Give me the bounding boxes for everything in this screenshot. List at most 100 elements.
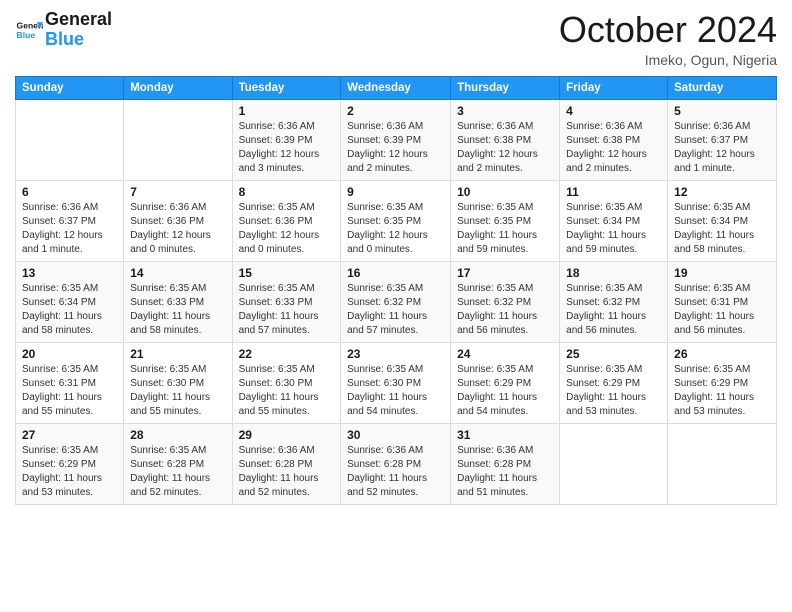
day-number: 24 <box>457 347 553 361</box>
logo-icon: General Blue <box>15 16 43 44</box>
calendar-cell <box>668 423 777 504</box>
day-info: Sunrise: 6:36 AM Sunset: 6:37 PM Dayligh… <box>674 120 770 176</box>
day-info: Sunrise: 6:36 AM Sunset: 6:28 PM Dayligh… <box>347 444 444 500</box>
calendar-cell: 28 Sunrise: 6:35 AM Sunset: 6:28 PM Dayli… <box>124 423 232 504</box>
calendar-cell: 16 Sunrise: 6:35 AM Sunset: 6:32 PM Dayli… <box>341 261 451 342</box>
day-info: Sunrise: 6:35 AM Sunset: 6:31 PM Dayligh… <box>22 363 117 419</box>
day-info: Sunrise: 6:35 AM Sunset: 6:32 PM Dayligh… <box>347 282 444 338</box>
day-number: 27 <box>22 428 117 442</box>
day-number: 23 <box>347 347 444 361</box>
calendar-cell: 20 Sunrise: 6:35 AM Sunset: 6:31 PM Dayli… <box>16 342 124 423</box>
calendar-cell: 19Sunrise: 6:35 AM Sunset: 6:31 PM Dayli… <box>668 261 777 342</box>
day-number: 12 <box>674 185 770 199</box>
day-number: 21 <box>130 347 225 361</box>
calendar-cell: 4Sunrise: 6:36 AM Sunset: 6:38 PM Daylig… <box>560 99 668 180</box>
calendar-cell: 11 Sunrise: 6:35 AM Sunset: 6:34 PM Dayli… <box>560 180 668 261</box>
day-number: 22 <box>239 347 335 361</box>
day-info: Sunrise: 6:35 AM Sunset: 6:35 PM Dayligh… <box>347 201 444 257</box>
day-info: Sunrise: 6:35 AM Sunset: 6:34 PM Dayligh… <box>566 201 661 257</box>
calendar-cell: 2 Sunrise: 6:36 AM Sunset: 6:39 PM Daylig… <box>341 99 451 180</box>
day-info: Sunrise: 6:36 AM Sunset: 6:39 PM Dayligh… <box>347 120 444 176</box>
calendar-cell: 26 Sunrise: 6:35 AM Sunset: 6:29 PM Dayli… <box>668 342 777 423</box>
month-title: October 2024 <box>559 10 777 50</box>
calendar-cell: 30 Sunrise: 6:36 AM Sunset: 6:28 PM Dayli… <box>341 423 451 504</box>
calendar-cell <box>124 99 232 180</box>
day-number: 19 <box>674 266 770 280</box>
location: Imeko, Ogun, Nigeria <box>559 52 777 68</box>
day-info: Sunrise: 6:36 AM Sunset: 6:38 PM Dayligh… <box>457 120 553 176</box>
calendar-cell: 13 Sunrise: 6:35 AM Sunset: 6:34 PM Dayli… <box>16 261 124 342</box>
day-number: 16 <box>347 266 444 280</box>
day-number: 6 <box>22 185 117 199</box>
day-number: 14 <box>130 266 225 280</box>
day-number: 4 <box>566 104 661 118</box>
header: General Blue GeneralBlue October 2024 Im… <box>15 10 777 68</box>
calendar-table: SundayMondayTuesdayWednesdayThursdayFrid… <box>15 76 777 505</box>
day-info: Sunrise: 6:35 AM Sunset: 6:34 PM Dayligh… <box>674 201 770 257</box>
day-info: Sunrise: 6:36 AM Sunset: 6:39 PM Dayligh… <box>239 120 335 176</box>
logo: General Blue GeneralBlue <box>15 10 112 50</box>
day-number: 17 <box>457 266 553 280</box>
calendar-cell: 12 Sunrise: 6:35 AM Sunset: 6:34 PM Dayli… <box>668 180 777 261</box>
day-info: Sunrise: 6:35 AM Sunset: 6:36 PM Dayligh… <box>239 201 335 257</box>
day-info: Sunrise: 6:35 AM Sunset: 6:28 PM Dayligh… <box>130 444 225 500</box>
calendar-cell: 9 Sunrise: 6:35 AM Sunset: 6:35 PM Daylig… <box>341 180 451 261</box>
day-info: Sunrise: 6:35 AM Sunset: 6:30 PM Dayligh… <box>239 363 335 419</box>
day-number: 10 <box>457 185 553 199</box>
calendar-cell: 5 Sunrise: 6:36 AM Sunset: 6:37 PM Daylig… <box>668 99 777 180</box>
day-number: 26 <box>674 347 770 361</box>
calendar-cell: 23 Sunrise: 6:35 AM Sunset: 6:30 PM Dayli… <box>341 342 451 423</box>
calendar-cell: 29Sunrise: 6:36 AM Sunset: 6:28 PM Dayli… <box>232 423 341 504</box>
day-number: 5 <box>674 104 770 118</box>
calendar-cell: 7Sunrise: 6:36 AM Sunset: 6:36 PM Daylig… <box>124 180 232 261</box>
day-number: 2 <box>347 104 444 118</box>
calendar-cell: 31 Sunrise: 6:36 AM Sunset: 6:28 PM Dayli… <box>451 423 560 504</box>
calendar-cell: 1Sunrise: 6:36 AM Sunset: 6:39 PM Daylig… <box>232 99 341 180</box>
day-number: 18 <box>566 266 661 280</box>
calendar-cell: 10 Sunrise: 6:35 AM Sunset: 6:35 PM Dayli… <box>451 180 560 261</box>
day-number: 9 <box>347 185 444 199</box>
calendar-cell: 3 Sunrise: 6:36 AM Sunset: 6:38 PM Daylig… <box>451 99 560 180</box>
day-info: Sunrise: 6:35 AM Sunset: 6:35 PM Dayligh… <box>457 201 553 257</box>
weekday-header-thursday: Thursday <box>451 76 560 99</box>
day-number: 8 <box>239 185 335 199</box>
day-info: Sunrise: 6:35 AM Sunset: 6:30 PM Dayligh… <box>347 363 444 419</box>
day-number: 3 <box>457 104 553 118</box>
page: General Blue GeneralBlue October 2024 Im… <box>0 0 792 612</box>
logo-text: GeneralBlue <box>45 10 112 50</box>
title-block: October 2024 Imeko, Ogun, Nigeria <box>559 10 777 68</box>
day-info: Sunrise: 6:35 AM Sunset: 6:33 PM Dayligh… <box>239 282 335 338</box>
day-info: Sunrise: 6:35 AM Sunset: 6:29 PM Dayligh… <box>22 444 117 500</box>
day-number: 25 <box>566 347 661 361</box>
calendar-cell <box>16 99 124 180</box>
calendar-cell: 6 Sunrise: 6:36 AM Sunset: 6:37 PM Daylig… <box>16 180 124 261</box>
day-number: 11 <box>566 185 661 199</box>
calendar-cell: 17 Sunrise: 6:35 AM Sunset: 6:32 PM Dayli… <box>451 261 560 342</box>
svg-text:Blue: Blue <box>17 30 36 40</box>
calendar-cell: 25Sunrise: 6:35 AM Sunset: 6:29 PM Dayli… <box>560 342 668 423</box>
day-number: 31 <box>457 428 553 442</box>
day-info: Sunrise: 6:36 AM Sunset: 6:28 PM Dayligh… <box>457 444 553 500</box>
weekday-header-wednesday: Wednesday <box>341 76 451 99</box>
calendar-cell: 21Sunrise: 6:35 AM Sunset: 6:30 PM Dayli… <box>124 342 232 423</box>
calendar-cell: 15Sunrise: 6:35 AM Sunset: 6:33 PM Dayli… <box>232 261 341 342</box>
weekday-header-saturday: Saturday <box>668 76 777 99</box>
day-number: 7 <box>130 185 225 199</box>
weekday-header-sunday: Sunday <box>16 76 124 99</box>
calendar-cell: 24 Sunrise: 6:35 AM Sunset: 6:29 PM Dayli… <box>451 342 560 423</box>
day-info: Sunrise: 6:36 AM Sunset: 6:37 PM Dayligh… <box>22 201 117 257</box>
day-number: 30 <box>347 428 444 442</box>
day-info: Sunrise: 6:35 AM Sunset: 6:32 PM Dayligh… <box>457 282 553 338</box>
day-number: 13 <box>22 266 117 280</box>
day-number: 20 <box>22 347 117 361</box>
day-info: Sunrise: 6:35 AM Sunset: 6:34 PM Dayligh… <box>22 282 117 338</box>
calendar-cell: 22 Sunrise: 6:35 AM Sunset: 6:30 PM Dayli… <box>232 342 341 423</box>
day-info: Sunrise: 6:35 AM Sunset: 6:29 PM Dayligh… <box>674 363 770 419</box>
weekday-header-monday: Monday <box>124 76 232 99</box>
day-info: Sunrise: 6:35 AM Sunset: 6:29 PM Dayligh… <box>457 363 553 419</box>
day-info: Sunrise: 6:35 AM Sunset: 6:32 PM Dayligh… <box>566 282 661 338</box>
weekday-header-friday: Friday <box>560 76 668 99</box>
calendar-cell: 14 Sunrise: 6:35 AM Sunset: 6:33 PM Dayli… <box>124 261 232 342</box>
day-number: 28 <box>130 428 225 442</box>
day-info: Sunrise: 6:35 AM Sunset: 6:33 PM Dayligh… <box>130 282 225 338</box>
